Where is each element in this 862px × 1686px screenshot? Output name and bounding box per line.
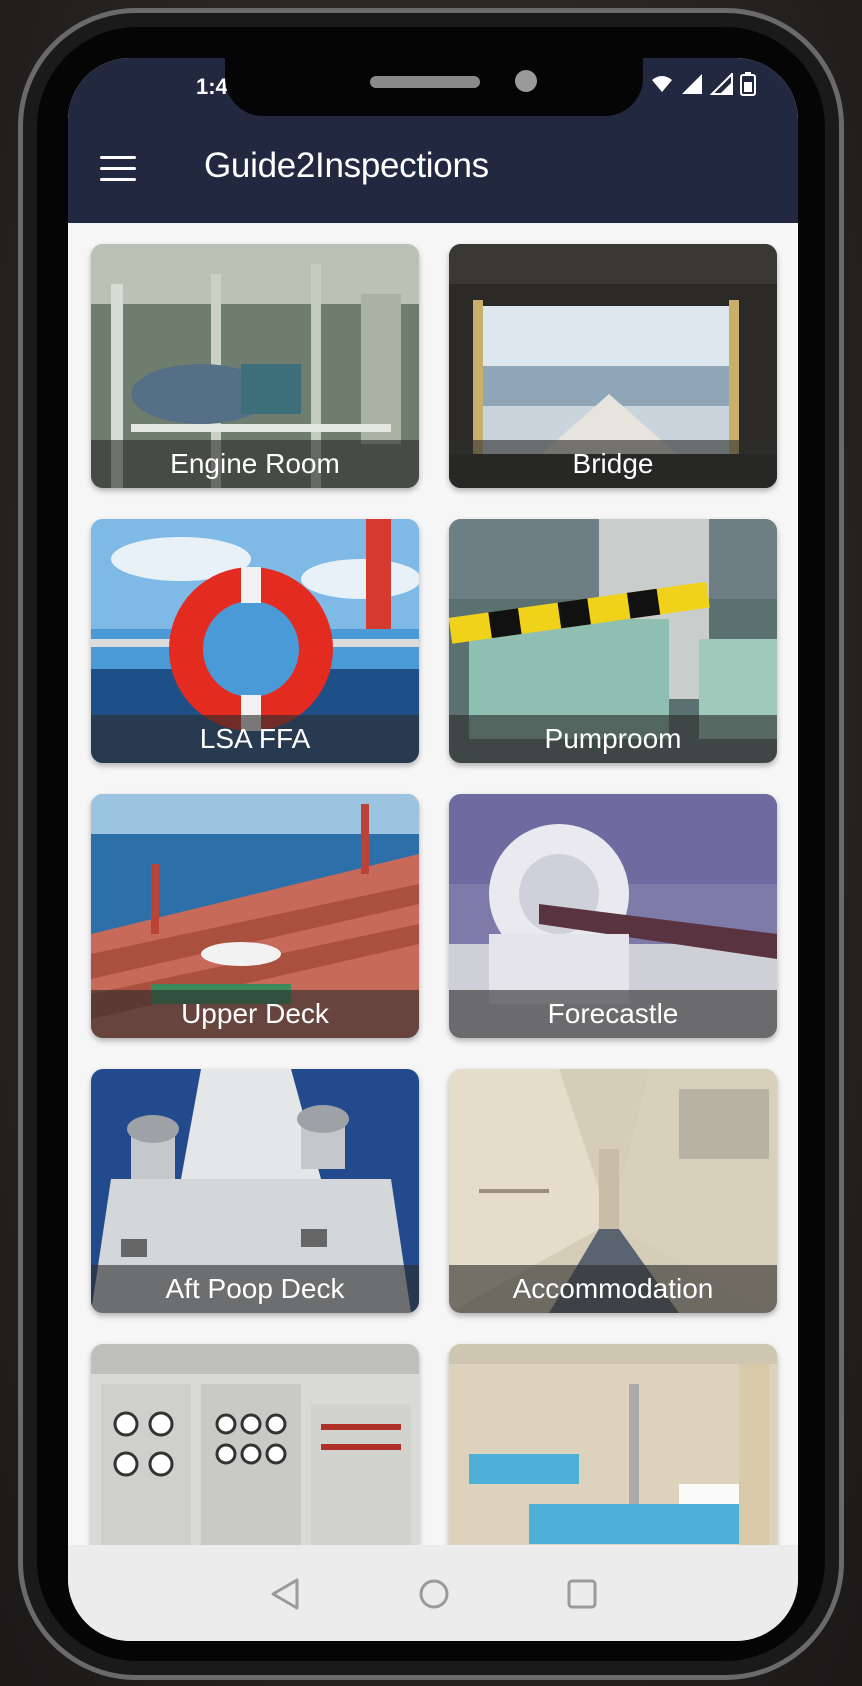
recents-square-icon[interactable] [566, 1577, 598, 1611]
back-triangle-icon[interactable] [270, 1577, 300, 1611]
category-label: Engine Room [91, 440, 419, 488]
category-bridge[interactable]: Bridge [449, 244, 777, 488]
camera-notch [225, 58, 643, 116]
category-label: Bridge [449, 440, 777, 488]
status-icons [650, 72, 756, 96]
front-camera [515, 70, 537, 92]
speaker-grille [370, 76, 480, 88]
category-engine-room[interactable]: Engine Room [91, 244, 419, 488]
category-grid: Engine Room Bridge LSA FFA Pumproom Uppe… [68, 223, 798, 1545]
signal-icon [682, 74, 702, 94]
hospital-image [449, 1344, 777, 1545]
category-aft-poop-deck[interactable]: Aft Poop Deck [91, 1069, 419, 1313]
system-nav-bar [68, 1545, 798, 1641]
category-control-room[interactable] [91, 1344, 419, 1545]
category-label: Upper Deck [91, 990, 419, 1038]
battery-icon [740, 72, 756, 96]
category-label: Pumproom [449, 715, 777, 763]
category-label: LSA FFA [91, 715, 419, 763]
app-title: Guide2Inspections [204, 146, 489, 185]
home-circle-icon[interactable] [418, 1577, 450, 1611]
category-pumproom[interactable]: Pumproom [449, 519, 777, 763]
category-label: Aft Poop Deck [91, 1265, 419, 1313]
category-accommodation[interactable]: Accommodation [449, 1069, 777, 1313]
hamburger-menu-icon[interactable] [100, 154, 138, 184]
signal-icon-2 [710, 73, 733, 95]
category-forecastle[interactable]: Forecastle [449, 794, 777, 1038]
app-screen: 1:4 Guide2Inspections Engine Room Bridge… [68, 58, 798, 1641]
category-label: Accommodation [449, 1265, 777, 1313]
status-time: 1:4 [196, 74, 228, 99]
category-label: Forecastle [449, 990, 777, 1038]
category-lsa-ffa[interactable]: LSA FFA [91, 519, 419, 763]
control-room-image [91, 1344, 419, 1545]
category-hospital[interactable] [449, 1344, 777, 1545]
category-upper-deck[interactable]: Upper Deck [91, 794, 419, 1038]
wifi-icon [652, 76, 672, 92]
